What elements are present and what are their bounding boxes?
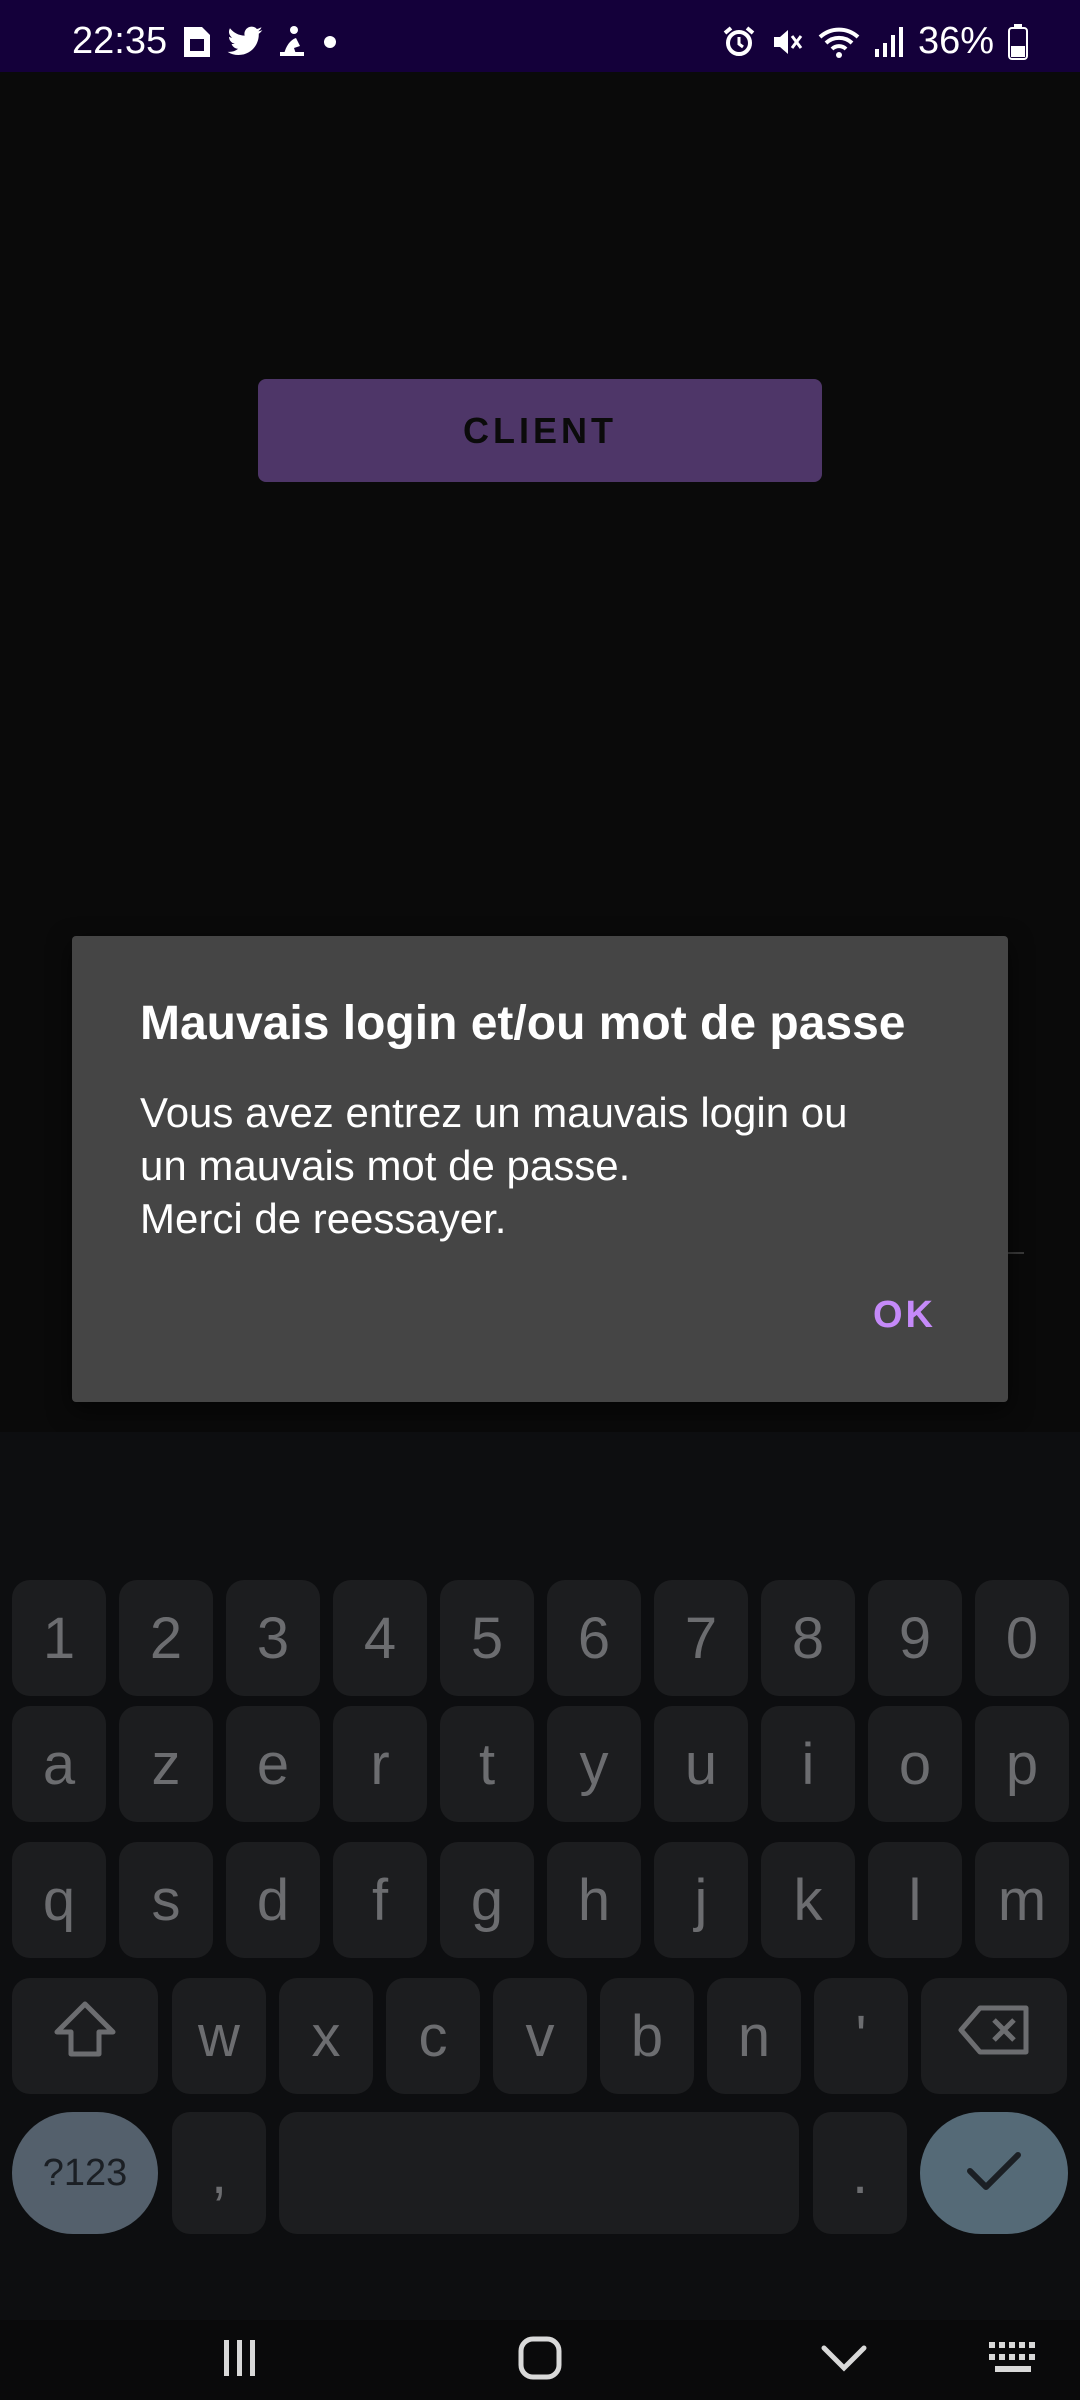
wifi-icon	[818, 25, 860, 59]
mute-icon	[770, 25, 804, 59]
dialog-message: Vous avez entrez un mauvais login ou un …	[140, 1089, 848, 1242]
shift-icon	[53, 2000, 117, 2072]
pilgrim-icon	[276, 24, 308, 60]
comma-key[interactable]: ,	[172, 2112, 266, 2234]
key-e[interactable]: e	[226, 1706, 320, 1822]
key-o[interactable]: o	[868, 1706, 962, 1822]
key-b[interactable]: b	[600, 1978, 694, 2094]
key-f[interactable]: f	[333, 1842, 427, 1958]
backspace-icon	[958, 2003, 1030, 2070]
backspace-key[interactable]	[921, 1978, 1067, 2094]
key-2[interactable]: 2	[119, 1580, 213, 1696]
key-v[interactable]: v	[493, 1978, 587, 2094]
back-button[interactable]	[804, 2320, 884, 2400]
key-m[interactable]: m	[975, 1842, 1069, 1958]
key-g[interactable]: g	[440, 1842, 534, 1958]
dialog-title: Mauvais login et/ou mot de passe	[140, 997, 906, 1050]
enter-key[interactable]	[920, 2112, 1068, 2234]
status-time: 22:35	[72, 20, 168, 62]
recents-button[interactable]	[200, 2320, 280, 2400]
key-y[interactable]: y	[547, 1706, 641, 1822]
battery-percent: 36%	[917, 20, 994, 62]
key-1[interactable]: 1	[12, 1580, 106, 1696]
key-0[interactable]: 0	[975, 1580, 1069, 1696]
signal-icon	[874, 25, 904, 59]
key-w[interactable]: w	[172, 1978, 266, 2094]
key-h[interactable]: h	[547, 1842, 641, 1958]
navigation-bar	[0, 2320, 1080, 2400]
check-icon	[966, 2149, 1022, 2198]
period-key[interactable]: .	[813, 2112, 907, 2234]
key-s[interactable]: s	[119, 1842, 213, 1958]
back-icon	[820, 2342, 868, 2379]
keyboard-icon	[987, 2340, 1043, 2381]
notification-icons	[180, 22, 340, 62]
key-n[interactable]: n	[707, 1978, 801, 2094]
key-r[interactable]: r	[333, 1706, 427, 1822]
symbols-key[interactable]: ?123	[12, 2112, 158, 2234]
key-6[interactable]: 6	[547, 1580, 641, 1696]
key-i[interactable]: i	[761, 1706, 855, 1822]
recents-icon	[218, 2336, 262, 2385]
key-4[interactable]: 4	[333, 1580, 427, 1696]
on-screen-keyboard: 1 2 3 4 5 6 7 8 9 0 a z e r t y u i o p …	[0, 1432, 1080, 2320]
key-c[interactable]: c	[386, 1978, 480, 2094]
key-x[interactable]: x	[279, 1978, 373, 2094]
home-icon	[516, 2334, 564, 2387]
key-d[interactable]: d	[226, 1842, 320, 1958]
twitter-icon	[226, 26, 264, 58]
home-button[interactable]	[500, 2320, 580, 2400]
system-status-icons: 36%	[722, 20, 1028, 63]
alarm-icon	[722, 25, 756, 59]
key-7[interactable]: 7	[654, 1580, 748, 1696]
key-p[interactable]: p	[975, 1706, 1069, 1822]
key-z[interactable]: z	[119, 1706, 213, 1822]
shift-key[interactable]	[12, 1978, 158, 2094]
error-dialog: Mauvais login et/ou mot de passe Vous av…	[72, 936, 1008, 1402]
status-bar: 22:35 36%	[0, 0, 1080, 72]
battery-icon	[1008, 23, 1028, 60]
key-9[interactable]: 9	[868, 1580, 962, 1696]
dot-icon	[320, 32, 340, 52]
key-apostrophe[interactable]: '	[814, 1978, 908, 2094]
key-5[interactable]: 5	[440, 1580, 534, 1696]
client-button[interactable]: CLIENT	[258, 379, 822, 482]
ok-button[interactable]: OK	[873, 1294, 936, 1337]
key-3[interactable]: 3	[226, 1580, 320, 1696]
key-q[interactable]: q	[12, 1842, 106, 1958]
key-k[interactable]: k	[761, 1842, 855, 1958]
key-u[interactable]: u	[654, 1706, 748, 1822]
sim-card-icon	[180, 23, 214, 61]
key-l[interactable]: l	[868, 1842, 962, 1958]
key-8[interactable]: 8	[761, 1580, 855, 1696]
key-a[interactable]: a	[12, 1706, 106, 1822]
space-key[interactable]	[279, 2112, 799, 2234]
keyboard-switch-button[interactable]	[980, 2320, 1050, 2400]
key-j[interactable]: j	[654, 1842, 748, 1958]
key-t[interactable]: t	[440, 1706, 534, 1822]
